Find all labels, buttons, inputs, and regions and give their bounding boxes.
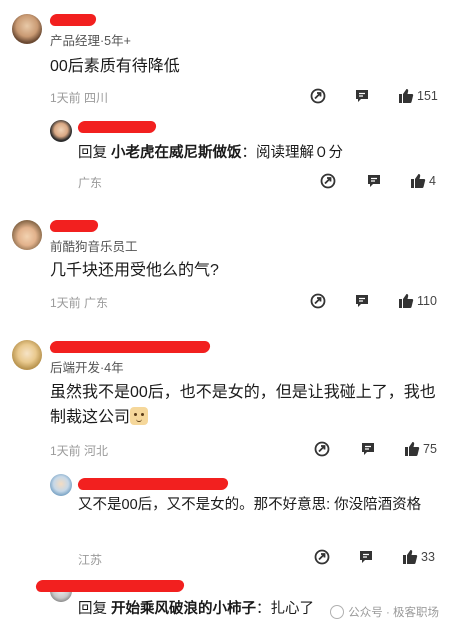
like-button[interactable]: 75	[404, 441, 437, 457]
avatar[interactable]	[12, 14, 42, 44]
avatar[interactable]	[50, 474, 72, 496]
avatar[interactable]	[50, 120, 72, 142]
avatar[interactable]	[12, 220, 42, 250]
avatar[interactable]	[12, 340, 42, 370]
reply-meta: 广东	[78, 176, 103, 190]
reply-content: ：阅读理解０分	[241, 145, 344, 161]
reply-content: ：扎心了	[256, 601, 315, 617]
share-icon	[314, 441, 330, 457]
reply-prefix: 回复	[78, 145, 112, 161]
share-button[interactable]	[310, 293, 326, 309]
reply-text: 回复 小老虎在威尼斯做饭：阅读理解０分	[78, 142, 438, 165]
comment-button[interactable]	[354, 88, 370, 104]
thumbs-up-icon	[411, 174, 426, 188]
comment-text: 几千块还用受他么的气?	[50, 262, 219, 279]
comment-button[interactable]	[366, 173, 382, 189]
comment-meta: 1天前 四川	[50, 91, 109, 105]
reply-meta: 江苏	[78, 553, 103, 567]
share-button[interactable]	[314, 441, 330, 457]
user-role: 产品经理·5年+	[50, 34, 131, 48]
share-icon	[314, 549, 330, 565]
watermark-text: 公众号 · 极客职场	[348, 607, 439, 619]
share-icon	[310, 293, 326, 309]
like-button[interactable]: 110	[398, 293, 437, 309]
thumbs-up-icon	[399, 294, 414, 308]
redacted-username	[35, 580, 185, 592]
redacted-username	[49, 341, 211, 353]
reply-to-user[interactable]: 开始乘风破浪的小柿子	[111, 601, 256, 617]
share-button[interactable]	[310, 88, 326, 104]
comment-text: 00后素质有待降低	[50, 58, 180, 75]
thumbs-up-icon	[403, 550, 418, 564]
comment-icon	[356, 90, 368, 102]
user-role: 后端开发·4年	[50, 361, 124, 375]
doge-emoji	[130, 407, 149, 425]
comment-icon	[368, 175, 380, 187]
comment-icon	[362, 443, 374, 455]
share-icon	[320, 173, 336, 189]
comment-button[interactable]	[358, 549, 374, 565]
like-button[interactable]: 33	[402, 549, 435, 565]
like-count: 75	[423, 442, 437, 456]
redacted-username	[77, 121, 157, 133]
redacted-username	[49, 220, 99, 232]
comment-meta: 1天前 广东	[50, 296, 109, 310]
like-count: 151	[417, 89, 438, 103]
reply-prefix: 回复	[78, 601, 112, 617]
reply-text: 又不是00后，又不是女的。那不好意思: 你没陪酒资格	[78, 497, 422, 513]
thumbs-up-icon	[405, 442, 420, 456]
comment-button[interactable]	[360, 441, 376, 457]
like-button[interactable]: 151	[398, 88, 438, 104]
watermark: 公众号 · 极客职场	[330, 604, 439, 620]
comment-icon	[356, 295, 368, 307]
reply-to-user[interactable]: 小老虎在威尼斯做饭	[111, 145, 242, 161]
comment-meta: 1天前 河北	[50, 444, 109, 458]
user-role: 前酷狗音乐员工	[50, 240, 138, 254]
share-icon	[310, 88, 326, 104]
like-count: 4	[429, 174, 436, 188]
like-count: 110	[417, 294, 437, 308]
comment-text-content: 虽然我不是00后，也不是女的，但是让我碰上了，我也制裁这公司	[50, 384, 436, 426]
comment-button[interactable]	[354, 293, 370, 309]
like-count: 33	[421, 550, 435, 564]
comment-text: 虽然我不是00后，也不是女的，但是让我碰上了，我也制裁这公司	[50, 380, 440, 430]
redacted-username	[49, 14, 97, 26]
redacted-username	[77, 478, 229, 490]
like-button[interactable]: 4	[410, 173, 436, 189]
share-button[interactable]	[320, 173, 336, 189]
wechat-icon	[330, 605, 345, 619]
comment-icon	[360, 551, 372, 563]
share-button[interactable]	[314, 549, 330, 565]
thumbs-up-icon	[399, 89, 414, 103]
